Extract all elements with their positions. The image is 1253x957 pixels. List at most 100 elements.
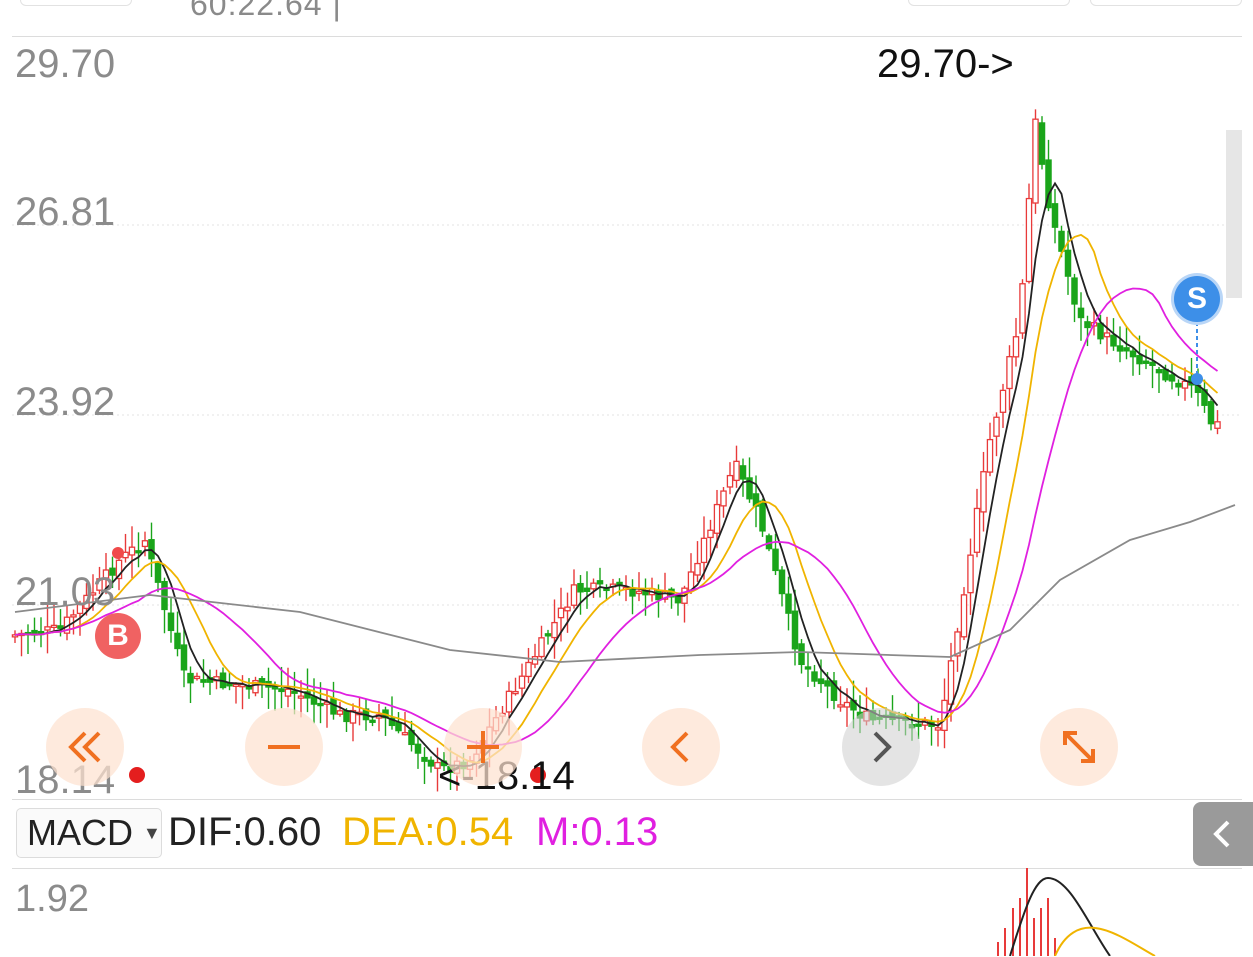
candle-body xyxy=(759,500,766,532)
candle-body xyxy=(557,607,565,619)
chevron-left-icon xyxy=(1213,820,1230,848)
candle-body xyxy=(694,562,701,576)
candle-body xyxy=(50,624,58,629)
candle-body xyxy=(1064,249,1072,277)
candlestick-chart[interactable] xyxy=(0,0,1253,800)
macd-chart[interactable] xyxy=(0,868,1253,956)
candle-body xyxy=(687,571,695,591)
candle-body xyxy=(414,743,422,754)
dea-value: DEA:0.54 xyxy=(342,810,514,854)
candle-body xyxy=(1019,283,1026,334)
candle-body xyxy=(1084,321,1091,329)
candle-body xyxy=(804,666,812,670)
candle-body xyxy=(310,696,318,705)
candle-body xyxy=(1097,322,1104,340)
candle-body xyxy=(232,683,240,687)
candle-body xyxy=(707,529,714,539)
candle-body xyxy=(1077,307,1085,319)
candle-body xyxy=(824,680,831,687)
candle-body xyxy=(297,695,305,699)
sell-signal-badge[interactable]: S xyxy=(1174,276,1220,322)
sell-badge-label: S xyxy=(1186,282,1207,315)
candle-body xyxy=(193,675,201,680)
candle-body xyxy=(590,582,597,590)
candle-body xyxy=(596,580,604,585)
candle-body xyxy=(817,678,825,685)
price-label-4: 21.03 xyxy=(15,570,116,614)
double-chevron-left-icon xyxy=(68,731,101,763)
candle-body xyxy=(512,690,519,695)
candle-body xyxy=(57,625,64,629)
candle-body xyxy=(616,581,623,586)
chevron-left-icon xyxy=(670,731,689,763)
candle-body xyxy=(1116,345,1124,352)
candle-body xyxy=(934,727,942,731)
candle-body xyxy=(154,562,162,583)
candle-body xyxy=(915,723,922,727)
plus-icon xyxy=(467,731,499,763)
candle-body xyxy=(1103,332,1111,338)
candle-body xyxy=(1032,118,1039,204)
candle-body xyxy=(791,610,799,650)
chevron-right-icon xyxy=(873,731,892,763)
candle-body xyxy=(531,656,539,665)
dif-value: DIF:0.60 xyxy=(168,810,322,854)
candle-body xyxy=(317,702,324,707)
candle-body xyxy=(739,465,747,480)
candle-body xyxy=(1214,421,1221,429)
candle-body xyxy=(967,554,974,594)
dropdown-arrow-icon: ▼ xyxy=(143,822,161,843)
previous-button[interactable] xyxy=(642,708,720,786)
candle-body xyxy=(811,671,818,682)
candle-body xyxy=(999,389,1007,413)
candle-body xyxy=(700,537,708,564)
candle-body xyxy=(538,637,545,658)
candle-body xyxy=(128,546,136,556)
next-button[interactable] xyxy=(842,708,920,786)
candle-body xyxy=(1012,336,1020,358)
jump-first-button[interactable] xyxy=(46,708,124,786)
candle-body xyxy=(843,701,851,708)
zoom-out-button[interactable] xyxy=(245,708,323,786)
candle-body xyxy=(427,759,435,767)
collapse-button[interactable] xyxy=(1193,802,1253,866)
candle-body xyxy=(570,584,578,606)
indicator-bar: MACD ▼ DIF:0.60 DEA:0.54 M:0.13 xyxy=(0,800,1253,866)
candle-body xyxy=(525,661,532,678)
candle-body xyxy=(778,569,786,595)
candle-body xyxy=(980,471,987,513)
candle-body xyxy=(720,490,727,507)
candle-body xyxy=(986,438,994,473)
candle-body xyxy=(960,594,968,638)
candle-body xyxy=(1162,368,1169,381)
sell-point-dot xyxy=(1191,373,1203,385)
candle-body xyxy=(291,690,298,694)
zoom-in-button[interactable] xyxy=(444,708,522,786)
candle-body xyxy=(798,643,805,666)
moving-average-line xyxy=(14,233,1219,764)
candle-body xyxy=(135,550,142,554)
candle-body xyxy=(785,593,792,614)
candle-body xyxy=(726,474,734,488)
candle-body xyxy=(421,756,428,762)
candle-body xyxy=(284,688,292,697)
high-price-marker: 29.70-> xyxy=(877,42,1014,86)
candle-body xyxy=(1155,369,1163,374)
candle-body xyxy=(505,690,513,713)
buy-signal-badge[interactable]: B xyxy=(95,613,141,659)
candle-body xyxy=(947,660,955,705)
candle-body xyxy=(343,710,350,723)
candle-body xyxy=(141,540,149,548)
candle-body xyxy=(1025,197,1033,283)
candle-body xyxy=(1175,382,1182,388)
indicator-select[interactable]: MACD ▼ xyxy=(16,808,162,858)
chart-scroll-thumb[interactable] xyxy=(1226,130,1242,298)
candle-body xyxy=(564,606,571,612)
price-label-high: 29.70 xyxy=(15,42,116,86)
candle-body xyxy=(70,614,77,618)
candle-body xyxy=(1058,230,1065,252)
moving-average-line xyxy=(14,504,1236,663)
fullscreen-button[interactable] xyxy=(1040,708,1118,786)
candle-body xyxy=(629,588,636,597)
candle-body xyxy=(395,721,402,732)
